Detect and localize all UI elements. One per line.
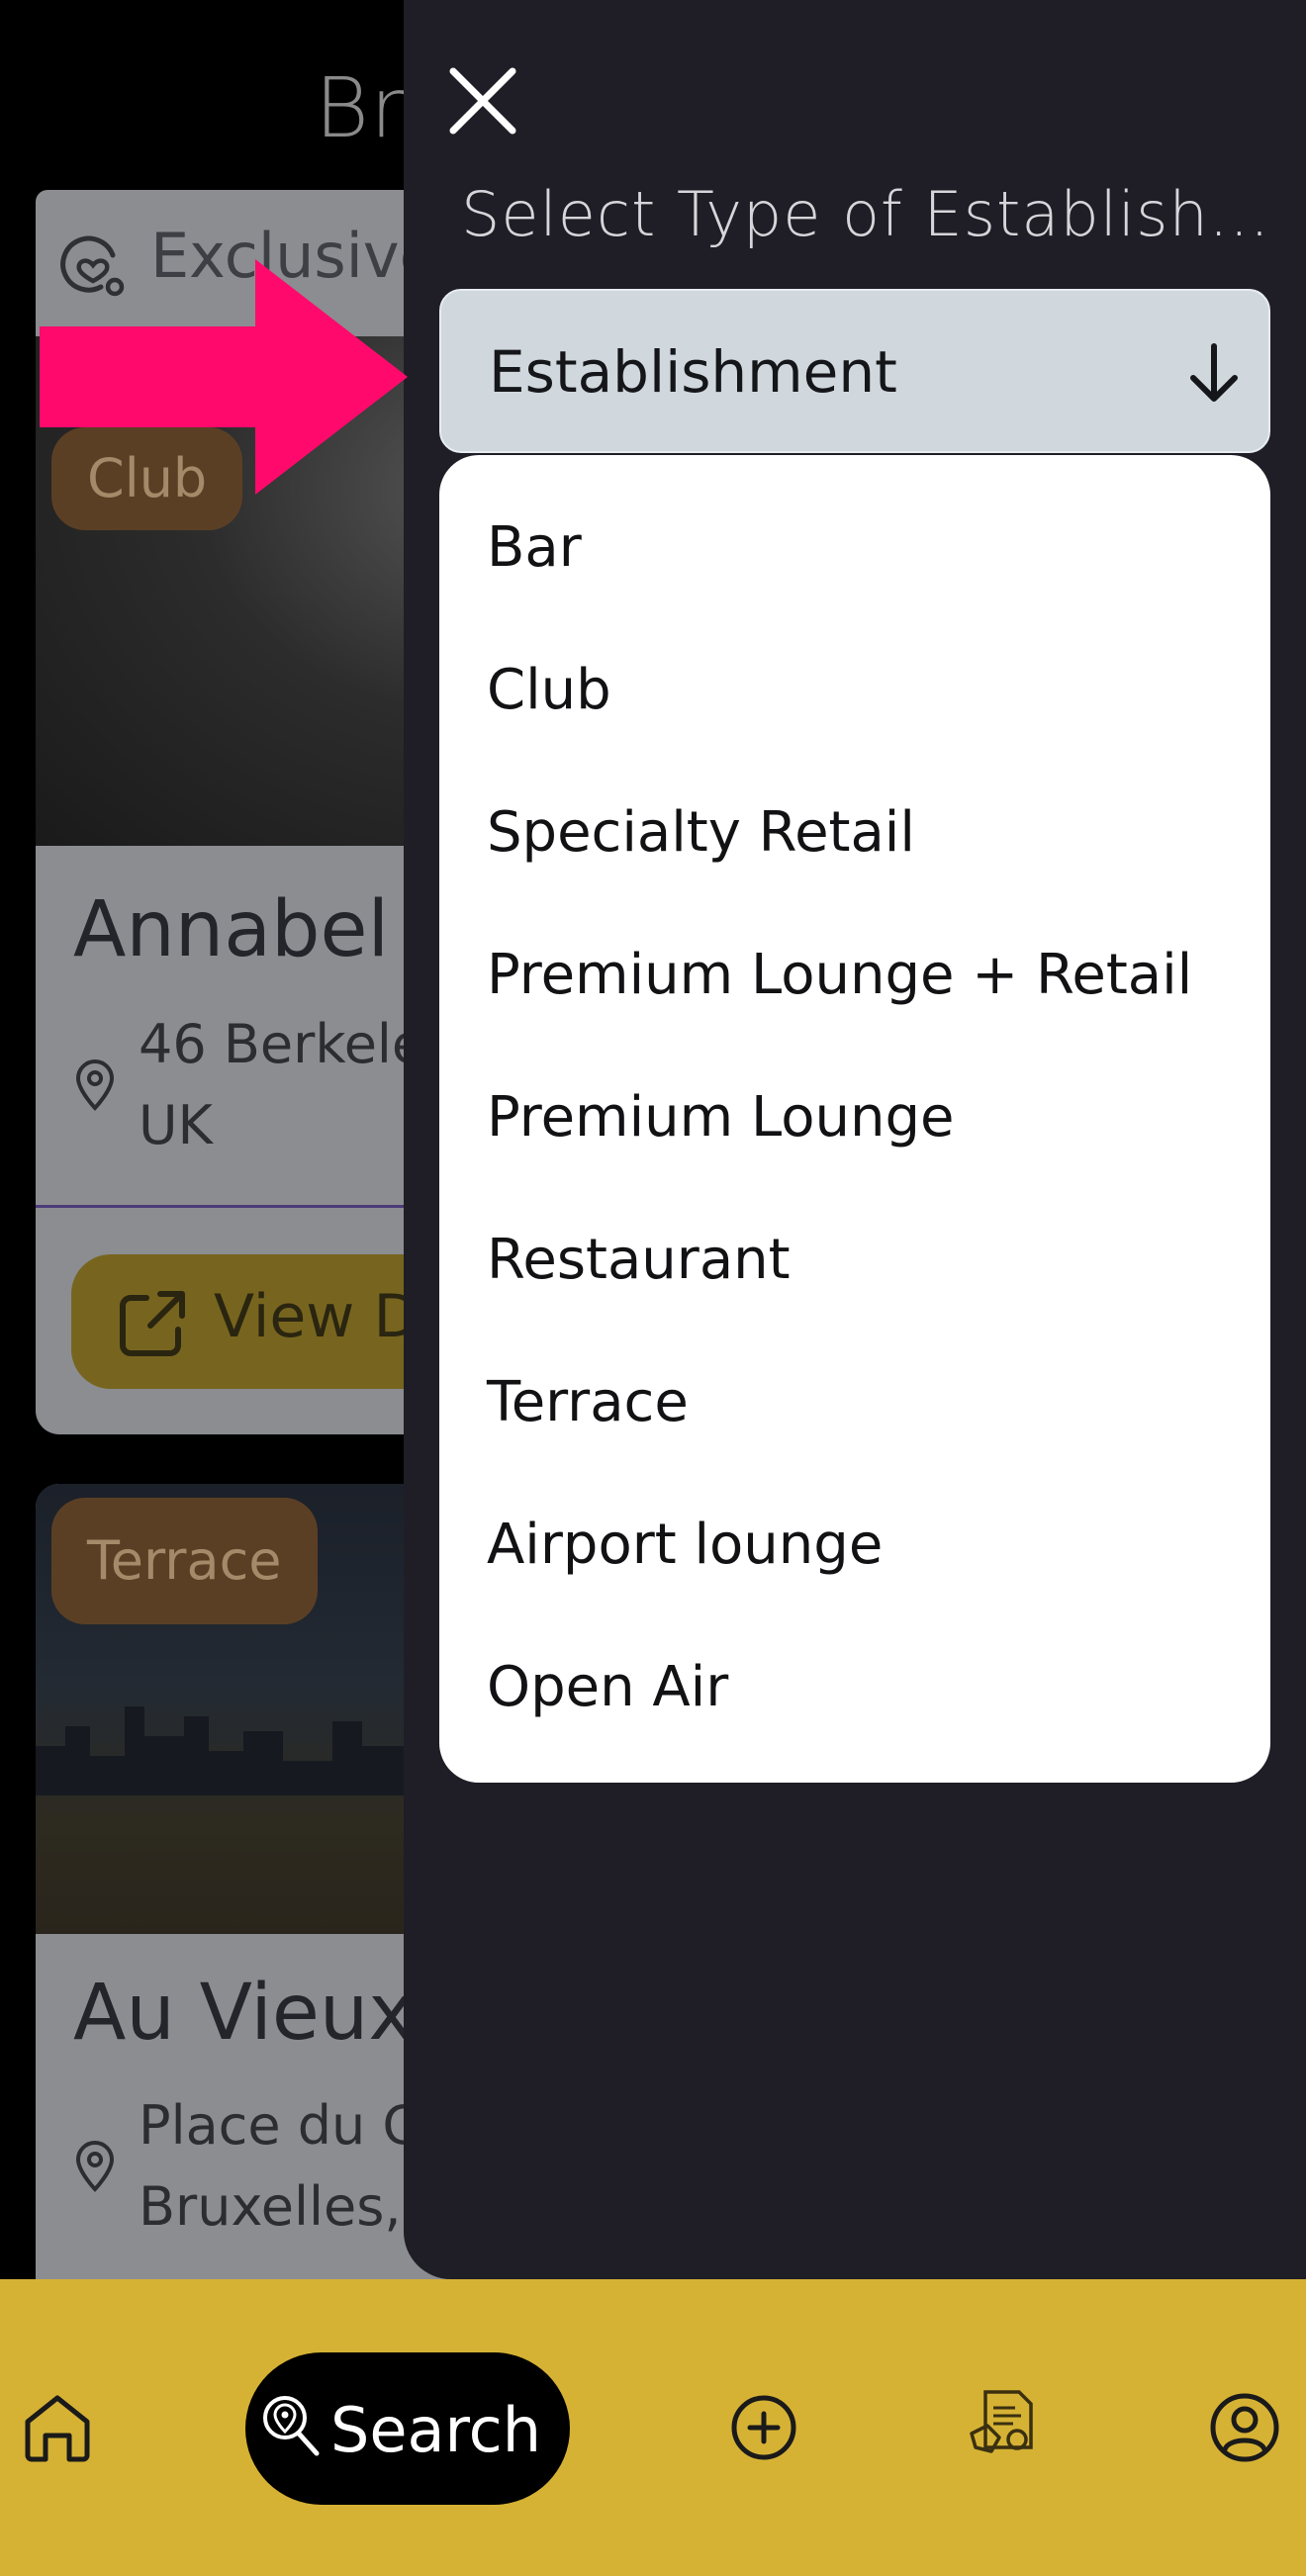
home-icon[interactable]: [20, 2390, 95, 2465]
option-open-air[interactable]: Open Air: [487, 1616, 728, 1759]
establishment-type-drawer: Select Type of Establish... Establishmen…: [404, 0, 1306, 2279]
search-location-icon: [263, 2396, 320, 2456]
arrow-down-icon: [1190, 343, 1238, 402]
option-restaurant[interactable]: Restaurant: [487, 1189, 791, 1332]
venue-name: Au Vieux: [73, 1969, 415, 2058]
option-airport-lounge[interactable]: Airport lounge: [487, 1474, 883, 1616]
option-terrace[interactable]: Terrace: [487, 1332, 689, 1474]
profile-icon[interactable]: [1207, 2390, 1282, 2465]
establishment-type-dropdown: Bar Club Specialty Retail Premium Lounge…: [439, 455, 1270, 1783]
external-link-icon: [120, 1291, 185, 1356]
option-premium-lounge-retail[interactable]: Premium Lounge + Retail: [487, 904, 1192, 1047]
option-club[interactable]: Club: [487, 619, 611, 762]
deals-icon[interactable]: [966, 2382, 1041, 2457]
annotation-arrow-icon: [40, 259, 408, 495]
add-circle-icon[interactable]: [726, 2390, 801, 2465]
option-premium-lounge[interactable]: Premium Lounge: [487, 1047, 954, 1189]
drawer-title: Select Type of Establish...: [461, 178, 1270, 250]
search-tab-label: Search: [330, 2394, 542, 2466]
address-line: Place du C: [139, 2094, 420, 2157]
venue-address: Place du C Bruxelles,: [73, 2085, 420, 2248]
venue-name: Annabel: [73, 885, 390, 974]
address-line: 46 Berkele: [139, 1013, 425, 1075]
location-pin-icon: [75, 1059, 115, 1111]
search-tab-button[interactable]: Search: [245, 2352, 570, 2505]
bottom-navigation: Search: [0, 2279, 1306, 2576]
establishment-type-select[interactable]: Establishment: [439, 289, 1270, 453]
address-line: Bruxelles,: [139, 2175, 402, 2238]
address-line: UK: [139, 1094, 213, 1156]
venue-type-tag: Terrace: [51, 1498, 318, 1624]
venue-address: 46 Berkele UK: [73, 1004, 424, 1166]
option-bar[interactable]: Bar: [487, 477, 582, 619]
view-details-label: View D: [214, 1282, 420, 1351]
select-value: Establishment: [489, 338, 897, 406]
option-specialty-retail[interactable]: Specialty Retail: [487, 762, 915, 904]
location-pin-icon: [75, 2141, 115, 2192]
close-icon[interactable]: [443, 61, 522, 140]
